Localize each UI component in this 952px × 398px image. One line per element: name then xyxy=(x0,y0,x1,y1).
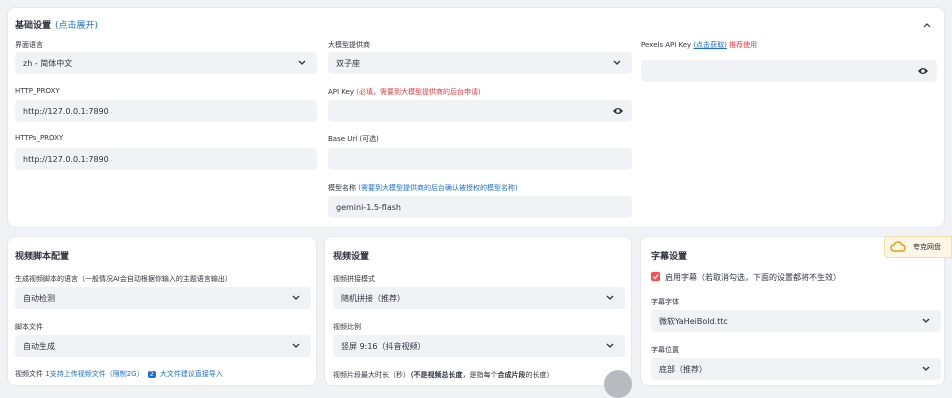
chevron-down-icon xyxy=(298,60,306,65)
model-note: (需要到大模型提供商的后台确认被授权的模型名称) xyxy=(358,184,518,192)
checkbox-checked-icon[interactable] xyxy=(651,272,660,281)
https-proxy-input[interactable]: http://127.0.0.1:7890 xyxy=(15,148,317,170)
model-value: gemini-1.5-flash xyxy=(336,202,401,212)
subtitle-font-select[interactable]: 微软YaHeiBold.ttc xyxy=(651,310,941,332)
subtitle-position-label: 字幕位置 xyxy=(651,346,679,354)
subtitle-position-value: 底部（推荐） xyxy=(659,364,707,374)
model-label: 模型名称 (需要到大模型提供商的后台确认被授权的模型名称) xyxy=(328,183,518,193)
script-file-select[interactable]: 自动生成 xyxy=(15,335,311,357)
provider-value: 双子座 xyxy=(336,58,360,68)
quark-cloud-label: 夸克网盘 xyxy=(913,243,941,251)
language-value: zh - 简体中文 xyxy=(23,58,73,68)
language-label: 界面语言 xyxy=(15,41,43,49)
quark-cloud-widget[interactable]: 夸克网盘 xyxy=(884,236,952,258)
base-url-input[interactable] xyxy=(328,148,632,170)
provider-select[interactable]: 双子座 xyxy=(328,52,632,74)
base-url-label: Base Url (可选) xyxy=(328,134,379,144)
https-proxy-value: http://127.0.0.1:7890 xyxy=(23,154,109,164)
video-script-title: 视频脚本配置 xyxy=(15,252,70,262)
enable-subtitle-row[interactable]: 启用字幕（若取消勾选，下面的设置都将不生效） xyxy=(651,272,841,283)
basic-settings-header[interactable]: 基础设置 (点击展开) xyxy=(15,18,98,31)
aspect-label: 视频比例 xyxy=(333,323,361,331)
pexels-get-link[interactable]: (点击获取) xyxy=(693,41,726,49)
chevron-down-icon xyxy=(922,318,930,323)
eye-icon[interactable] xyxy=(917,66,929,76)
https-proxy-label: HTTPs_PROXY xyxy=(15,134,64,142)
chevron-up-icon[interactable] xyxy=(922,21,932,29)
chevron-down-icon xyxy=(922,366,930,371)
script-language-select[interactable]: 自动检测 xyxy=(15,287,311,309)
script-language-value: 自动检测 xyxy=(23,293,55,303)
video-file-label-text: 视频文件 xyxy=(15,370,43,378)
chevron-down-icon xyxy=(613,60,621,65)
basic-settings-title: 基础设置 xyxy=(15,21,52,31)
pexels-label: Pexels API Key (点击获取) 推荐使用 xyxy=(641,40,757,50)
subtitle-font-value: 微软YaHeiBold.ttc xyxy=(659,316,728,326)
chevron-down-icon xyxy=(292,343,300,348)
api-key-label: API Key (必填，需要到大模型提供商的后台申请) xyxy=(328,87,481,97)
pexels-label-text: Pexels API Key xyxy=(641,41,692,49)
script-file-label: 脚本文件 xyxy=(15,323,43,331)
clip-duration-label: 视频片段最大时长（秒）（不是视频总长度，是指每个合成片段的长度） xyxy=(333,370,554,380)
video-file-hint-2: 大文件建议直接导入 xyxy=(159,370,223,378)
clip-duration-bold-2: 合成片段 xyxy=(497,371,526,379)
pexels-api-key-input[interactable] xyxy=(641,60,937,82)
base-url-label-text: Base Url xyxy=(328,135,358,143)
chevron-down-icon xyxy=(606,343,614,348)
eye-icon[interactable] xyxy=(612,106,624,116)
http-proxy-input[interactable]: http://127.0.0.1:7890 xyxy=(15,100,317,122)
aspect-value: 竖屏 9:16（抖音视频） xyxy=(341,341,426,351)
subtitle-settings-panel: 字幕设置 启用字幕（若取消勾选，下面的设置都将不生效） 字幕字体 微软YaHei… xyxy=(640,236,945,386)
subtitle-position-select[interactable]: 底部（推荐） xyxy=(651,358,941,380)
video-settings-title: 视频设置 xyxy=(333,252,370,262)
pexels-recommend: 推荐使用 xyxy=(729,41,758,49)
concat-mode-value: 随机拼接（推荐） xyxy=(341,293,405,303)
basic-settings-panel: 基础设置 (点击展开) 界面语言 zh - 简体中文 HTTP_PROXY htt… xyxy=(7,7,945,228)
provider-label: 大模型提供商 xyxy=(328,41,370,49)
clip-duration-mid: ，是指每个 xyxy=(462,371,498,379)
concat-mode-select[interactable]: 随机拼接（推荐） xyxy=(333,287,625,309)
api-key-input[interactable] xyxy=(328,100,632,122)
cloud-icon xyxy=(890,241,906,252)
video-file-badge: 2 xyxy=(147,371,156,378)
chevron-down-icon xyxy=(292,295,300,300)
video-script-panel: 视频脚本配置 生成视频脚本的语言（一般情况AI会自动根据你输入的主题语言输出） … xyxy=(7,236,317,386)
enable-subtitle-label: 启用字幕（若取消勾选，下面的设置都将不生效） xyxy=(665,273,841,282)
subtitle-font-label: 字幕字体 xyxy=(651,298,679,306)
clip-duration-bold-1: （不是视频总长度 xyxy=(410,371,463,379)
expand-hint[interactable]: (点击展开) xyxy=(55,21,98,31)
scroll-indicator[interactable] xyxy=(604,370,632,398)
clip-duration-prefix: 视频片段最大时长（秒） xyxy=(333,371,410,379)
clip-duration-suffix: 的长度） xyxy=(525,371,554,379)
aspect-select[interactable]: 竖屏 9:16（抖音视频） xyxy=(333,335,625,357)
chevron-down-icon xyxy=(606,295,614,300)
model-label-text: 模型名称 xyxy=(328,184,356,192)
api-key-note: (必填，需要到大模型提供商的后台申请) xyxy=(356,88,481,96)
subtitle-settings-title: 字幕设置 xyxy=(651,252,688,262)
api-key-label-text: API Key xyxy=(328,88,354,96)
http-proxy-value: http://127.0.0.1:7890 xyxy=(23,106,109,116)
video-file-label: 视频文件 1支持上传视频文件（限制2G） 2 大文件建议直接导入 xyxy=(15,369,223,379)
script-file-value: 自动生成 xyxy=(23,341,55,351)
concat-mode-label: 视频拼接模式 xyxy=(333,275,375,283)
http-proxy-label: HTTP_PROXY xyxy=(15,87,60,95)
script-language-label: 生成视频脚本的语言（一般情况AI会自动根据你输入的主题语言输出） xyxy=(15,275,232,283)
language-select[interactable]: zh - 简体中文 xyxy=(15,52,317,74)
video-settings-panel: 视频设置 视频拼接模式 随机拼接（推荐） 视频比例 竖屏 9:16（抖音视频） … xyxy=(324,236,632,386)
video-file-hint-1: 1支持上传视频文件（限制2G） xyxy=(45,370,144,378)
base-url-note: (可选) xyxy=(359,135,379,143)
model-input[interactable]: gemini-1.5-flash xyxy=(328,196,632,218)
